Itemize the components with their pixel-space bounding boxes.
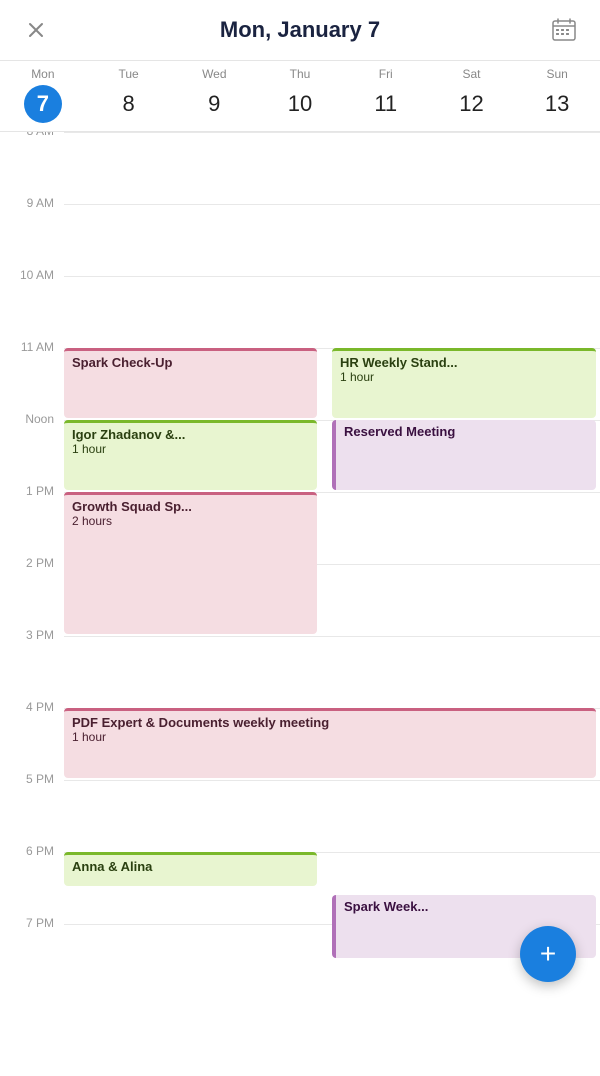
event-duration: 1 hour xyxy=(72,442,309,456)
hour-row: 9 AM xyxy=(0,204,600,276)
add-event-button[interactable]: + xyxy=(520,926,576,982)
hour-line xyxy=(64,132,600,204)
time-label: 11 AM xyxy=(0,340,64,354)
time-label: 6 PM xyxy=(0,844,64,858)
event-block-igor-zhadanov[interactable]: Igor Zhadanov &...1 hour xyxy=(64,420,317,490)
day-number: 10 xyxy=(281,85,319,123)
hour-line xyxy=(64,204,600,276)
day-label: Fri xyxy=(379,67,393,81)
time-label: 8 AM xyxy=(0,132,64,138)
time-label: 7 PM xyxy=(0,916,64,930)
event-block-hr-weekly[interactable]: HR Weekly Stand...1 hour xyxy=(332,348,596,418)
week-day-cell[interactable]: Tue 8 xyxy=(86,67,172,123)
event-title: Igor Zhadanov &... xyxy=(72,427,309,442)
week-day-cell[interactable]: Sat 12 xyxy=(429,67,515,123)
time-label: 1 PM xyxy=(0,484,64,498)
day-label: Sun xyxy=(546,67,567,81)
time-label: 9 AM xyxy=(0,196,64,210)
hour-row: 3 PM xyxy=(0,636,600,708)
event-block-spark-checkup[interactable]: Spark Check-Up xyxy=(64,348,317,418)
calendar-icon-button[interactable] xyxy=(546,12,582,48)
week-day-cell[interactable]: Thu 10 xyxy=(257,67,343,123)
header: Mon, January 7 xyxy=(0,0,600,61)
day-number: 12 xyxy=(452,85,490,123)
time-label: 3 PM xyxy=(0,628,64,642)
event-duration: 1 hour xyxy=(72,730,588,744)
event-duration: 1 hour xyxy=(340,370,588,384)
week-row: Mon 7 Tue 8 Wed 9 Thu 10 Fri 11 Sat 12 Sun 13 xyxy=(0,61,600,132)
header-title: Mon, January 7 xyxy=(220,17,380,43)
app-container: Mon, January 7 Mon 7 Tue 8 Wed 9 Thu 10 Fri 11 Sat… xyxy=(0,0,600,1076)
hour-row: 8 AM xyxy=(0,132,600,204)
day-label: Wed xyxy=(202,67,226,81)
day-number: 11 xyxy=(367,85,405,123)
day-number: 13 xyxy=(538,85,576,123)
week-day-cell[interactable]: Fri 11 xyxy=(343,67,429,123)
day-number: 9 xyxy=(195,85,233,123)
hour-line xyxy=(64,636,600,708)
week-day-cell[interactable]: Sun 13 xyxy=(514,67,600,123)
event-title: Anna & Alina xyxy=(72,859,309,874)
day-label: Sat xyxy=(462,67,480,81)
event-duration: 2 hours xyxy=(72,514,309,528)
time-label: 10 AM xyxy=(0,268,64,282)
calendar-grid[interactable]: 8 AM9 AM10 AM11 AMNoon1 PM2 PM3 PM4 PM5 … xyxy=(0,132,600,1076)
event-block-anna-alina[interactable]: Anna & Alina xyxy=(64,852,317,886)
hour-line xyxy=(64,780,600,852)
day-number: 8 xyxy=(110,85,148,123)
event-title: Reserved Meeting xyxy=(344,424,588,439)
event-title: Growth Squad Sp... xyxy=(72,499,309,514)
time-label: Noon xyxy=(0,412,64,426)
close-button[interactable] xyxy=(18,12,54,48)
event-title: PDF Expert & Documents weekly meeting xyxy=(72,715,588,730)
event-block-pdf-expert[interactable]: PDF Expert & Documents weekly meeting1 h… xyxy=(64,708,596,778)
day-number: 7 xyxy=(24,85,62,123)
week-day-cell[interactable]: Wed 9 xyxy=(171,67,257,123)
time-label: 4 PM xyxy=(0,700,64,714)
hour-line xyxy=(64,276,600,348)
event-title: Spark Check-Up xyxy=(72,355,309,370)
event-block-reserved-meeting[interactable]: Reserved Meeting xyxy=(332,420,596,490)
plus-icon: + xyxy=(540,938,556,970)
hour-row: 5 PM xyxy=(0,780,600,852)
time-label: 2 PM xyxy=(0,556,64,570)
event-title: HR Weekly Stand... xyxy=(340,355,588,370)
day-label: Mon xyxy=(31,67,54,81)
time-label: 5 PM xyxy=(0,772,64,786)
day-label: Tue xyxy=(118,67,138,81)
week-day-cell[interactable]: Mon 7 xyxy=(0,67,86,123)
hour-row: 10 AM xyxy=(0,276,600,348)
event-title: Spark Week... xyxy=(344,899,588,914)
event-block-growth-squad[interactable]: Growth Squad Sp...2 hours xyxy=(64,492,317,634)
day-label: Thu xyxy=(290,67,311,81)
